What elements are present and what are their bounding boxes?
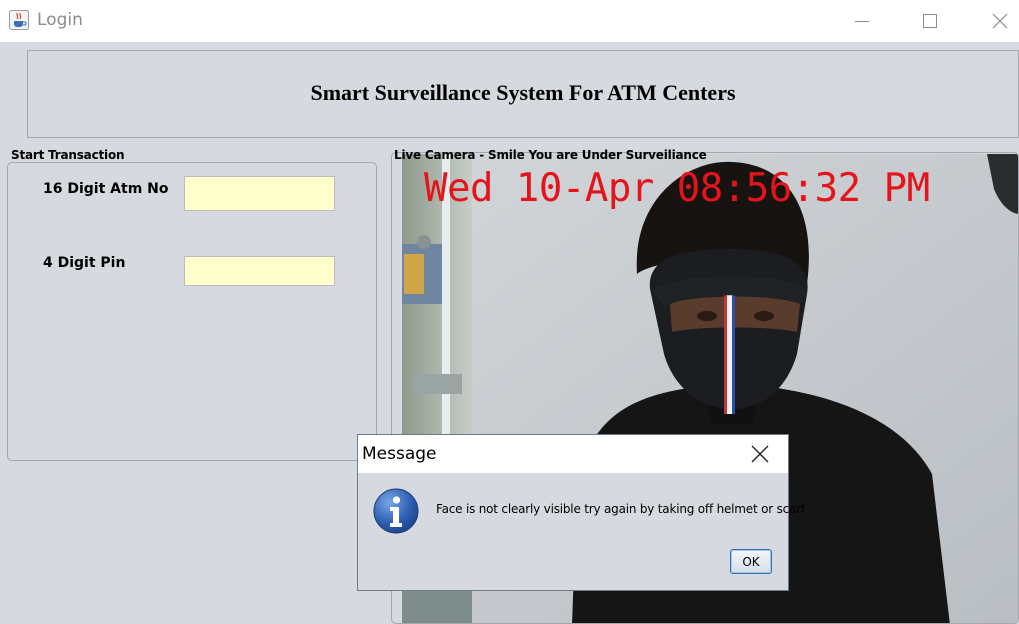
close-icon: [992, 13, 1008, 29]
transaction-panel: 16 Digit Atm No 4 Digit Pin: [7, 162, 377, 461]
dialog-titlebar: Message: [358, 435, 788, 473]
maximize-button[interactable]: [900, 0, 960, 42]
minimize-icon: [855, 20, 869, 22]
pin-label: 4 Digit Pin: [43, 255, 126, 271]
info-icon: [373, 488, 419, 534]
dialog-title: Message: [362, 444, 437, 464]
minimize-button[interactable]: [832, 0, 892, 42]
window-titlebar: Login: [0, 0, 1019, 42]
transaction-section-label: Start Transaction: [11, 148, 125, 162]
dialog-close-icon[interactable]: [748, 443, 772, 465]
camera-timestamp: Wed 10-Apr 08:56:32 PM: [424, 166, 930, 211]
atm-number-input[interactable]: [184, 176, 335, 211]
camera-section-label: Live Camera - Smile You are Under Survei…: [394, 148, 707, 162]
message-dialog: Message Face is not clearly visible try …: [357, 434, 805, 591]
pin-input[interactable]: [184, 256, 335, 286]
maximize-icon: [923, 14, 937, 28]
java-cup-icon: [9, 10, 29, 30]
close-button[interactable]: [970, 0, 1019, 42]
atm-number-label: 16 Digit Atm No: [43, 181, 169, 197]
header-panel: Smart Surveillance System For ATM Center…: [27, 50, 1019, 138]
ok-button[interactable]: OK: [730, 549, 772, 574]
window-title: Login: [37, 10, 83, 30]
page-title: Smart Surveillance System For ATM Center…: [310, 80, 736, 105]
dialog-message: Face is not clearly visible try again by…: [436, 502, 805, 516]
